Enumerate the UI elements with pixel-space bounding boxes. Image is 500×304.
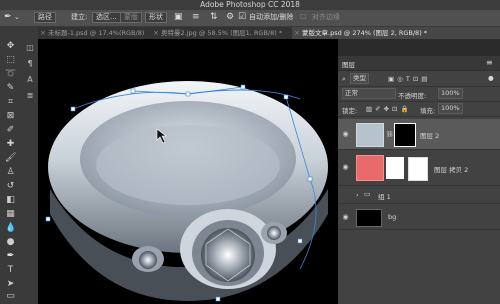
pen-tool-icon[interactable]: ✒	[5, 251, 16, 262]
panel-menu-icon[interactable]: ≡	[486, 58, 493, 67]
tab-label: 奥特曼2.jpg @ 58.5% (图层1, RGB/8) *	[161, 29, 283, 37]
quick-select-tool-icon[interactable]: ✎	[5, 83, 16, 94]
auto-add-delete-label: 自动添加/删除	[249, 13, 294, 21]
path-arrangement-icon[interactable]: ⇅	[210, 12, 218, 23]
layer-row-group1[interactable]: › ▭ 组 1	[338, 187, 500, 204]
dodge-tool-icon[interactable]: ●	[5, 237, 16, 248]
vector-mask-thumbnail[interactable]	[408, 157, 428, 181]
tool-preset-chevron-icon[interactable]: ⌄	[14, 12, 20, 23]
mask-button[interactable]: 蒙版	[120, 12, 142, 23]
align-edges-label: 对齐边缘	[312, 13, 340, 21]
path-alignment-icon[interactable]: ≡	[192, 12, 200, 23]
layers-panel-title[interactable]: 图层	[342, 59, 355, 69]
opacity-label: 不透明度:	[398, 92, 427, 100]
blend-mode-select[interactable]: 正常	[342, 88, 396, 99]
path-selection-tool-icon[interactable]: ➤	[5, 279, 16, 290]
history-panel-icon[interactable]: ◫	[25, 43, 35, 53]
search-icon: ⌕	[342, 75, 346, 83]
clone-stamp-tool-icon[interactable]: ♙	[5, 167, 16, 178]
layers-panel-header: 图层 ≡	[338, 56, 500, 71]
auto-add-delete-checkbox[interactable]: ☑	[238, 12, 246, 23]
layer-name[interactable]: bg	[388, 213, 396, 221]
close-icon[interactable]: ×	[153, 27, 159, 39]
app-title: Adobe Photoshop CC 2018	[200, 0, 300, 9]
pen-tool-icon[interactable]: ✒	[4, 12, 12, 23]
tab-mask-article[interactable]: × 蒙版文章.psd @ 274% (图层 2, RGB/8) *	[292, 27, 500, 39]
options-bar: ✒ ⌄ 路径 建立: 选区... 蒙版 形状 ▣ ≡ ⇅ ⚙ ☑ 自动添加/删除…	[0, 10, 500, 27]
shape-button[interactable]: 形状	[145, 12, 167, 23]
visibility-eye-icon[interactable]: ◉	[341, 163, 350, 172]
tools-panel: ✥ ⬚ ➰ ✎ ⌗ ⊠ ✐ ✚ 🖌 ♙ ↺ ◧ ▦ 💧 ● ✒ T ➤ ▭	[0, 27, 23, 304]
selection-button[interactable]: 选区...	[92, 12, 121, 23]
filter-toggle-icon[interactable]: ●	[488, 74, 494, 82]
blur-tool-icon[interactable]: 💧	[5, 223, 16, 234]
character-panel-icon[interactable]: ≣	[25, 91, 35, 101]
layers-filter-row: ⌕ 类型 ▣◎T⊡▤ ●	[338, 72, 500, 87]
shape-tool-icon[interactable]: ▭	[5, 291, 16, 302]
layer-mask-thumbnail[interactable]	[394, 123, 416, 147]
layer-name[interactable]: 组 1	[378, 191, 391, 201]
title-bar: Adobe Photoshop CC 2018	[0, 0, 500, 10]
layer-row-layer-copy2[interactable]: ◉ 图层 拷贝 2	[338, 151, 500, 186]
close-icon[interactable]: ×	[294, 27, 300, 39]
frame-tool-icon[interactable]: ⊠	[5, 111, 16, 122]
tab-label: 未标题-1.psd @ 17.4%(RGB/8)	[48, 29, 145, 37]
document-tabs: × 未标题-1.psd @ 17.4%(RGB/8) × 奥特曼2.jpg @ …	[38, 27, 500, 39]
collapsed-panels-strip: ◫ ¶ A ≣	[22, 27, 39, 304]
path-mode-select[interactable]: 路径	[34, 12, 56, 23]
layer-thumbnail	[356, 155, 384, 181]
lock-label: 锁定:	[342, 107, 358, 115]
tab-label: 蒙版文章.psd @ 274% (图层 2, RGB/8) *	[302, 29, 428, 37]
visibility-eye-icon[interactable]: ◉	[341, 213, 350, 222]
healing-brush-tool-icon[interactable]: ✚	[5, 139, 16, 150]
layer-name[interactable]: 图层 拷贝 2	[434, 164, 468, 174]
lock-row: 锁定: ▨✐✥⊡🔒 填充: 100%	[338, 102, 500, 117]
crop-tool-icon[interactable]: ⌗	[5, 97, 16, 108]
brush-panel-icon[interactable]: ¶	[25, 59, 35, 69]
document-canvas[interactable]	[38, 39, 338, 304]
history-brush-tool-icon[interactable]: ↺	[5, 181, 16, 192]
brush-tool-icon[interactable]: 🖌	[5, 153, 16, 164]
lock-icons[interactable]: ▨✐✥⊡🔒	[366, 105, 412, 113]
visibility-eye-icon[interactable]: ◉	[341, 130, 350, 139]
filter-icons[interactable]: ▣◎T⊡▤	[388, 75, 430, 83]
move-tool-icon[interactable]: ✥	[5, 41, 16, 52]
chain-link-icon[interactable]: ⛓	[386, 131, 394, 138]
lasso-tool-icon[interactable]: ➰	[5, 69, 16, 80]
make-label: 建立:	[71, 13, 88, 21]
gradient-tool-icon[interactable]: ▦	[5, 209, 16, 220]
layer-row-bg[interactable]: ◉ bg	[338, 205, 500, 230]
ring-artwork	[45, 81, 328, 302]
filter-kind-select[interactable]: 类型	[350, 73, 369, 84]
fill-label: 填充:	[420, 107, 436, 115]
eyedropper-tool-icon[interactable]: ✐	[5, 125, 16, 136]
close-icon[interactable]: ×	[40, 27, 46, 39]
align-edges-checkbox[interactable]: ☐	[300, 12, 306, 23]
layer-thumbnail	[356, 209, 382, 227]
layer-row-layer2[interactable]: ◉ ⛓ 图层 2	[338, 119, 500, 150]
layer-name[interactable]: 图层 2	[420, 130, 439, 140]
eraser-tool-icon[interactable]: ◧	[5, 195, 16, 206]
layers-panel: 图层 ≡ ⌕ 类型 ▣◎T⊡▤ ● 正常 不透明度: 100% 锁定: ▨✐✥⊡…	[338, 56, 500, 304]
opacity-input[interactable]: 100%	[438, 88, 463, 99]
settings-gear-icon[interactable]: ⚙	[226, 12, 234, 23]
expand-chevron-icon[interactable]: ›	[356, 191, 359, 199]
layer-mask-thumbnail[interactable]	[386, 157, 404, 179]
blend-row: 正常 不透明度: 100%	[338, 87, 500, 102]
tab-ultraman[interactable]: × 奥特曼2.jpg @ 58.5% (图层1, RGB/8) *	[151, 27, 302, 39]
folder-icon: ▭	[364, 190, 371, 198]
tab-untitled[interactable]: × 未标题-1.psd @ 17.4%(RGB/8)	[38, 27, 161, 39]
type-tool-icon[interactable]: T	[5, 265, 16, 276]
path-operations-icon[interactable]: ▣	[174, 12, 183, 23]
paragraph-panel-icon[interactable]: A	[25, 75, 35, 85]
layer-thumbnail	[356, 123, 384, 147]
fill-input[interactable]: 100%	[438, 103, 463, 114]
marquee-tool-icon[interactable]: ⬚	[5, 55, 16, 66]
